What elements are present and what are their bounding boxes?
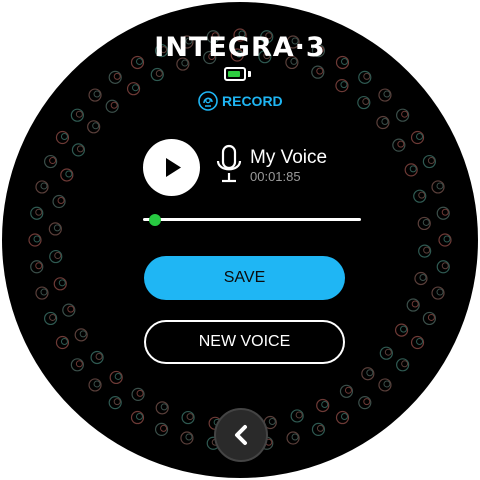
ring-ornament [394,323,409,337]
ring-ornament [71,143,86,157]
brand-header: INTEGRA·3 [2,32,478,63]
ring-ornament [49,249,63,264]
ring-ornament [436,206,450,220]
brand-title: INTEGRA·3 [154,32,326,63]
ring-ornament [55,335,70,350]
ring-ornament [438,233,452,247]
microphone-icon [216,144,242,183]
battery-icon [224,67,246,81]
new-voice-button-label: NEW VOICE [198,333,291,350]
watch-face: INTEGRA·3 RECORD My Voice 00:01:85 SAVE … [2,2,478,478]
ring-ornament [131,387,145,401]
voice-duration: 00:01:85 [250,169,301,184]
ring-ornament [358,396,372,410]
chevron-left-icon [235,425,247,445]
ring-ornament [436,260,450,274]
ring-ornament [311,422,326,436]
ring-ornament [286,431,300,445]
ring-ornament [28,233,42,247]
ring-ornament [335,410,350,425]
ring-ornament [52,194,66,209]
ring-ornament [339,384,354,398]
ring-ornament [105,99,119,113]
ring-ornament [55,130,70,145]
ring-ornament [30,260,44,274]
ring-ornament [396,108,410,122]
play-icon [166,158,181,177]
ring-ornament [417,216,431,231]
ring-ornament [44,311,58,326]
ring-ornament [154,422,169,436]
ring-ornament [35,180,49,194]
playback-progress-slider[interactable] [137,214,361,226]
headset-voice-icon [198,91,218,111]
battery-level [228,71,240,77]
ring-ornament [48,222,62,236]
ring-ornament [410,335,425,350]
ring-ornament [396,358,410,372]
ring-ornament [431,286,445,300]
save-button[interactable]: SAVE [144,256,345,300]
ring-ornament [74,328,88,342]
ring-ornament [88,88,102,102]
ring-ornament [418,244,432,258]
slider-thumb[interactable] [149,214,161,226]
ring-ornament [109,370,123,385]
ring-ornament [126,82,141,96]
ring-ornament [155,401,169,415]
ring-ornament [70,358,84,372]
ring-ornament [406,298,420,312]
ring-ornament [108,396,122,410]
ring-ornament [404,163,418,177]
mode-label: RECORD [222,93,283,109]
ring-ornament [60,168,74,182]
slider-track [143,218,361,221]
ring-ornament [361,367,375,381]
ring-ornament [35,286,49,300]
ring-ornament [30,206,44,220]
voice-name: My Voice [250,147,328,168]
play-button[interactable] [143,139,200,196]
ring-ornament [392,138,406,152]
new-voice-button[interactable]: NEW VOICE [144,320,345,364]
ring-ornament [44,154,58,169]
ring-ornament [181,410,195,425]
ring-ornament [53,277,67,291]
battery-tip [248,71,251,77]
ring-ornament [130,410,145,425]
ring-ornament [358,70,372,84]
mode-indicator: RECORD [198,90,283,112]
ring-ornament [376,115,390,130]
ring-ornament [335,79,349,93]
ring-ornament [150,67,164,82]
ring-ornament [90,350,104,365]
ring-ornament [410,130,425,145]
ring-ornament [88,378,102,392]
ring-ornament [378,378,392,392]
watch-screen: INTEGRA·3 RECORD My Voice 00:01:85 SAVE … [0,0,480,480]
ring-ornament [431,180,445,194]
ring-ornament [108,70,122,84]
ring-ornament [180,431,194,445]
save-button-label: SAVE [223,269,266,286]
ring-ornament [62,303,76,317]
ring-ornament [379,346,393,360]
ring-ornament [414,271,428,286]
ring-ornament [357,95,371,110]
ring-ornament [316,398,330,413]
ring-ornament [290,409,304,423]
ring-ornament [422,154,436,169]
back-button[interactable] [214,408,268,462]
ring-ornament [311,65,325,79]
ring-ornament [378,88,392,102]
ring-ornament [413,189,427,203]
ring-ornament [87,120,101,134]
ring-ornament [70,108,84,122]
ring-ornament [422,311,436,326]
